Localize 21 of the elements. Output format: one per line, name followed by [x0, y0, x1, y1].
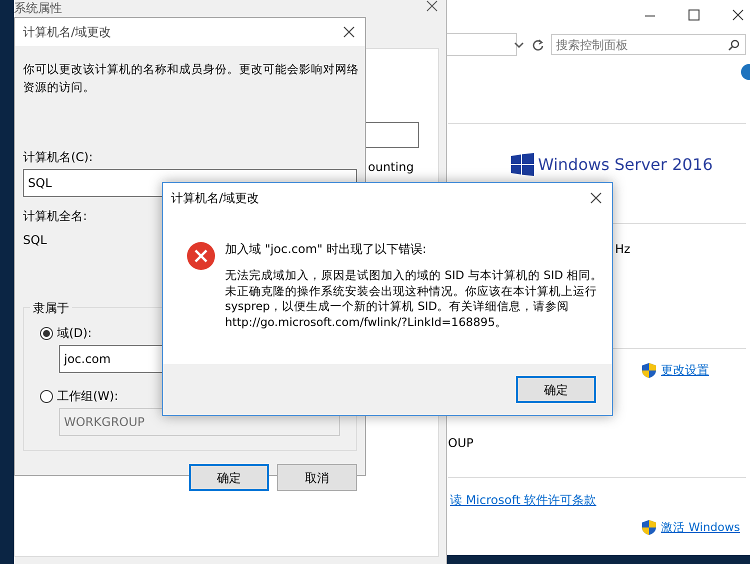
- ok-button[interactable]: 确定: [516, 376, 596, 403]
- activate-windows-link[interactable]: 激活 Windows: [641, 519, 740, 536]
- search-field[interactable]: 搜索控制面板: [551, 34, 746, 55]
- description-text: 你可以更改该计算机的名称和成员身份。更改可能会影响对网络资源的访问。: [23, 61, 360, 96]
- radio-option[interactable]: 域(D):: [40, 324, 92, 342]
- product-name: Windows Server 2016: [538, 154, 713, 176]
- field-label: 计算机全名:: [23, 208, 88, 225]
- full-name-text: SQL: [23, 232, 47, 249]
- window-title: 系统属性: [14, 0, 62, 17]
- group-label: 隶属于: [30, 299, 72, 317]
- partial-text: Hz: [615, 241, 630, 258]
- license-link[interactable]: 读 Microsoft 软件许可条款: [450, 491, 596, 509]
- error-heading: 加入域 "joc.com" 时出现了以下错误:: [225, 241, 426, 258]
- dialog-title: 计算机名/域更改: [171, 190, 260, 207]
- field-label: 计算机名(C):: [23, 149, 94, 166]
- partial-text: OUP: [448, 435, 474, 452]
- cancel-button[interactable]: 取消: [277, 464, 357, 491]
- error-message: 无法完成域加入，原因是试图加入的域的 SID 与本计算机的 SID 相同。 未正确克隆的操作系统安装会出现这种情况。你应该在本计算机上运行 sysprep，以便生成一个新的计算机 SID。有关详细信息，请参阅 http://go.microsoft.com/fwlink/?LinkId=168895。: [225, 268, 603, 330]
- dialog-title: 计算机名/域更改: [23, 24, 112, 41]
- ok-button[interactable]: 确定: [189, 464, 269, 491]
- partial-text: ounting: [368, 159, 414, 176]
